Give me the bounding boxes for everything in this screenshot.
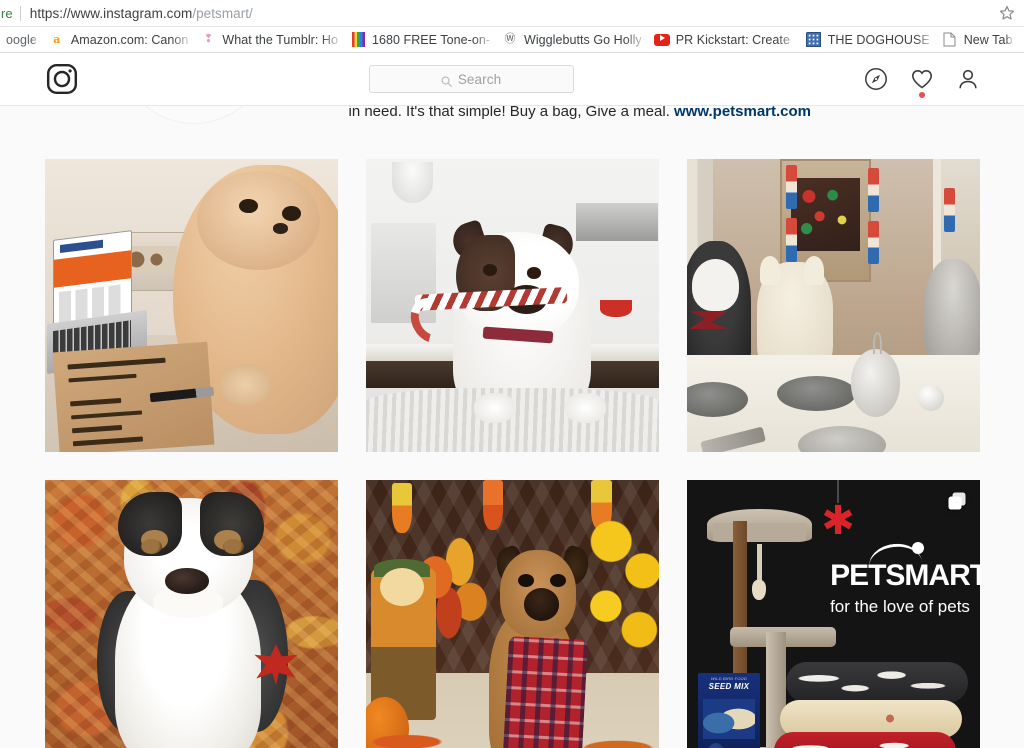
post-thumbnail <box>44 480 338 748</box>
bookmark-amazon[interactable]: a Amazon.com: Canon <box>43 27 195 52</box>
omnibox-left-clipped-text: re <box>1 5 13 21</box>
bookmarks-bar[interactable]: oogle a Amazon.com: Canon ❢ What the Tum… <box>0 27 1024 53</box>
grid-favicon-icon <box>806 32 822 48</box>
ad-tagline-text: for the love of pets <box>830 597 970 617</box>
post-image-dog-candy-cane <box>365 159 659 452</box>
grid-post-3[interactable] <box>686 159 980 452</box>
browser-chrome: re https://www.instagram.com/petsmart/ o… <box>0 0 1024 53</box>
url-text[interactable]: https://www.instagram.com/petsmart/ <box>30 6 988 21</box>
bookmark-label: oogle <box>6 32 37 47</box>
post-image-poodle-wishlist <box>44 159 338 452</box>
profile-header-remnant: in need. It's that simple! Buy a bag, Gi… <box>25 106 1000 126</box>
bookmark-google[interactable]: oogle <box>0 27 43 52</box>
bookmark-new-tab[interactable]: New Tab <box>936 27 1019 52</box>
person-profile-icon[interactable] <box>956 67 980 91</box>
red-asterisk-icon <box>821 501 853 533</box>
post-thumbnail <box>365 159 659 452</box>
search-input[interactable]: Search <box>368 65 574 93</box>
photo-grid: PETSMART for the love of pets W <box>44 159 980 748</box>
wordpress-favicon-icon: Ⓦ <box>504 33 516 45</box>
bookmark-label: Wigglebutts Go Holly <box>524 32 642 47</box>
product-sublabel: WILD BIRD FOOD <box>710 676 748 682</box>
bookmark-wigglebutts[interactable]: Ⓦ Wigglebutts Go Holly <box>496 27 648 52</box>
bio-website-link[interactable]: www.petsmart.com <box>674 106 811 120</box>
post-image-dogs-holiday-table <box>686 159 980 452</box>
amazon-favicon-icon: a <box>48 31 65 48</box>
profile-avatar[interactable] <box>117 106 270 124</box>
profile-posts-section: PETSMART for the love of pets W <box>25 126 1000 748</box>
grid-post-1[interactable] <box>44 159 338 452</box>
bookmark-gmail-inbox[interactable]: M Inbox (1 <box>1018 27 1024 52</box>
bookmark-star-icon[interactable] <box>998 4 1016 22</box>
omnibox-divider <box>19 5 21 21</box>
omnibox[interactable]: re https://www.instagram.com/petsmart/ <box>0 0 1024 27</box>
grid-post-5[interactable] <box>365 480 659 748</box>
post-thumbnail <box>686 159 980 452</box>
bookmark-label: New Tab <box>963 32 1013 47</box>
youtube-favicon-icon <box>653 32 670 48</box>
compass-explore-icon[interactable] <box>864 67 888 91</box>
post-thumbnail <box>365 480 659 748</box>
bookmark-tone-on-tone[interactable]: 1680 FREE Tone-on-T <box>344 27 496 52</box>
url-host: https://www.instagram.com <box>29 5 193 21</box>
page-favicon-icon <box>942 32 958 48</box>
navbar-icons <box>864 67 980 98</box>
product-label: SEED MIX <box>708 682 750 692</box>
post-thumbnail <box>44 159 338 452</box>
heart-activity-icon[interactable] <box>910 67 934 98</box>
multi-photo-carousel-icon <box>947 491 967 511</box>
post-image-dog-plaid-scarf-fall <box>365 480 659 748</box>
grid-post-2[interactable] <box>365 159 659 452</box>
post-image-aussie-in-leaves <box>44 480 338 748</box>
search-placeholder-text: Search <box>457 71 502 87</box>
url-path: /petsmart/ <box>192 5 253 21</box>
rainbow-favicon-icon <box>350 32 366 48</box>
ad-brand-text: PETSMART <box>830 559 980 593</box>
grid-post-6[interactable]: PETSMART for the love of pets W <box>686 480 980 748</box>
search-icon <box>441 74 452 87</box>
bookmark-pr-kickstart[interactable]: PR Kickstart: Create a <box>648 27 800 52</box>
profile-bio-text: in need. It's that simple! Buy a bag, Gi… <box>349 106 949 122</box>
bookmark-label: Amazon.com: Canon <box>70 32 189 47</box>
bookmark-tumblr[interactable]: ❢ What the Tumblr: Ho <box>194 27 344 52</box>
bookmark-label: THE DOGHOUSE <box>827 32 930 47</box>
bookmark-the-doghouse[interactable]: THE DOGHOUSE <box>800 27 936 52</box>
bio-text: in need. It's that simple! Buy a bag, Gi… <box>348 106 675 120</box>
post-thumbnail: PETSMART for the love of pets W <box>686 480 980 748</box>
search-container: Search <box>79 65 864 93</box>
instagram-page: Search in need. It's that simple! Buy a … <box>0 53 1024 748</box>
bookmark-label: What the Tumblr: Ho <box>222 32 338 47</box>
tumblr-favicon-icon: ❢ <box>200 31 217 48</box>
bookmark-label: PR Kickstart: Create a <box>675 32 794 47</box>
notification-dot <box>918 92 925 98</box>
bookmark-label: 1680 FREE Tone-on-T <box>372 32 490 47</box>
instagram-navbar: Search <box>0 53 1024 106</box>
grid-post-4[interactable] <box>44 480 338 748</box>
post-image-petsmart-products-ad: PETSMART for the love of pets W <box>686 480 980 748</box>
instagram-camera-logo-icon[interactable] <box>45 62 79 96</box>
